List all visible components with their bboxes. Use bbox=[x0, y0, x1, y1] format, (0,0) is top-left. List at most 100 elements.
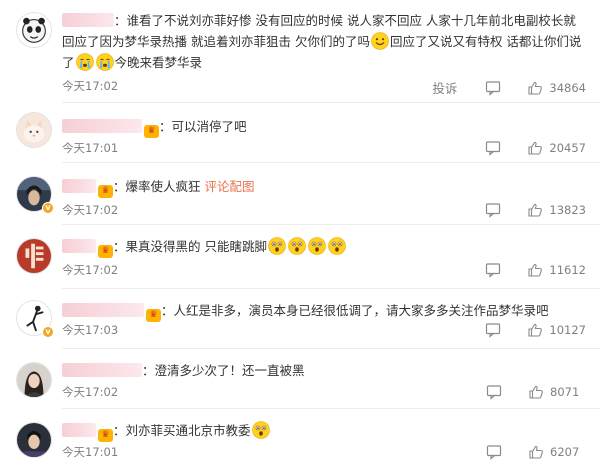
comment-meta: 今天17:03 10127 bbox=[62, 322, 586, 338]
username[interactable] bbox=[62, 363, 142, 377]
comment-bubble-icon[interactable] bbox=[486, 444, 502, 460]
verified-badge-icon: v bbox=[42, 326, 54, 338]
comment-body: ♛ ：果真没得黑的 只能瞎跳脚 bbox=[62, 236, 586, 258]
comment-actions: 20457 bbox=[485, 140, 586, 156]
divider bbox=[62, 408, 600, 409]
comment-bubble-icon[interactable] bbox=[485, 322, 501, 338]
comment-image-link[interactable]: 评论配图 bbox=[205, 179, 255, 194]
membership-level-icon: ♛ bbox=[146, 309, 161, 322]
shocked-emoji-icon bbox=[288, 237, 306, 255]
comment-actions: 投诉 34864 bbox=[432, 78, 586, 97]
avatar[interactable] bbox=[16, 238, 52, 274]
comment-bubble-icon[interactable] bbox=[485, 140, 501, 156]
verified-badge-icon: v bbox=[42, 202, 54, 214]
comment-time: 今天17:02 bbox=[62, 203, 119, 217]
comment-actions: 11612 bbox=[485, 262, 586, 278]
username[interactable] bbox=[62, 303, 144, 317]
thumbs-up-icon[interactable] bbox=[527, 262, 543, 278]
comment-time: 今天17:01 bbox=[62, 445, 119, 459]
like-count: 34864 bbox=[549, 80, 586, 95]
divider bbox=[62, 224, 600, 225]
username[interactable] bbox=[62, 119, 142, 133]
comment-text: ♛ ：果真没得黑的 只能瞎跳脚 bbox=[62, 236, 586, 258]
comment-body: ♛ ：爆率使人疯狂 评论配图 bbox=[62, 176, 586, 198]
report-link[interactable]: 投诉 bbox=[432, 78, 457, 97]
comment-meta: 今天17:01 6207 bbox=[62, 444, 586, 460]
like-count: 10127 bbox=[549, 323, 586, 337]
comment-text-content: ：爆率使人疯狂 bbox=[113, 179, 201, 194]
avatar[interactable] bbox=[16, 362, 52, 398]
comment-text-content: ：可以消停了吧 bbox=[159, 119, 247, 134]
comment-text-content: ：澄清多少次了！还一直被黑 bbox=[142, 363, 305, 378]
username[interactable] bbox=[62, 239, 96, 253]
comment-text: ♛ ：人红是非多，演员本身已经很低调了，请大家多多关注作品梦华录吧 bbox=[62, 300, 586, 322]
comment-time: 今天17:01 bbox=[62, 141, 119, 155]
thumbs-up-icon[interactable] bbox=[527, 322, 543, 338]
divider bbox=[62, 162, 600, 163]
membership-level-icon: ♛ bbox=[98, 185, 113, 198]
comment-bubble-icon[interactable] bbox=[485, 80, 501, 96]
comment-meta: 今天17:02 11612 bbox=[62, 262, 586, 278]
comment-text: ♛ ：刘亦菲买通北京市教委 bbox=[62, 420, 586, 442]
like-count: 20457 bbox=[549, 141, 586, 155]
avatar[interactable] bbox=[16, 12, 52, 48]
comment-item: ♛ ：果真没得黑的 只能瞎跳脚 今天17:02 11612 bbox=[0, 226, 600, 290]
comment-item: v ♛ ：人红是非多，演员本身已经很低调了，请大家多多关注作品梦华录吧 今天17:… bbox=[0, 290, 600, 350]
thumbs-up-icon[interactable] bbox=[527, 202, 543, 218]
crying-emoji-icon bbox=[76, 53, 94, 71]
comment-time: 今天17:02 bbox=[62, 385, 119, 399]
comment-item: ：澄清多少次了！还一直被黑 今天17:02 8071 bbox=[0, 350, 600, 410]
thumbs-up-icon[interactable] bbox=[528, 444, 544, 460]
like-count: 6207 bbox=[550, 445, 580, 459]
comment-text-content: ：刘亦菲买通北京市教委 bbox=[113, 423, 251, 438]
comment-body: ♛ ：刘亦菲买通北京市教委 bbox=[62, 420, 586, 442]
comment-body: ♛ ：人红是非多，演员本身已经很低调了，请大家多多关注作品梦华录吧 bbox=[62, 300, 586, 322]
like-count: 13823 bbox=[549, 203, 586, 217]
membership-level-icon: ♛ bbox=[98, 245, 113, 258]
comment-item: ♛ ：可以消停了吧 今天17:01 20457 bbox=[0, 104, 600, 164]
comment-actions: 6207 bbox=[486, 444, 586, 460]
avatar[interactable] bbox=[16, 112, 52, 148]
comment-text-content: ：人红是非多，演员本身已经很低调了，请大家多多关注作品梦华录吧 bbox=[161, 303, 549, 318]
divider bbox=[62, 102, 600, 103]
like-count: 11612 bbox=[549, 263, 586, 277]
comment-actions: 10127 bbox=[485, 322, 586, 338]
shocked-emoji-icon bbox=[268, 237, 286, 255]
username[interactable] bbox=[62, 423, 96, 437]
comment-text-content: ：果真没得黑的 只能瞎跳脚 bbox=[113, 239, 267, 254]
comment-text: ♛ ：可以消停了吧 bbox=[62, 116, 586, 138]
comment-bubble-icon[interactable] bbox=[486, 384, 502, 400]
comment-meta: 今天17:02 8071 bbox=[62, 384, 586, 400]
shocked-emoji-icon bbox=[252, 421, 270, 439]
username[interactable] bbox=[62, 13, 114, 27]
thumbs-up-icon[interactable] bbox=[527, 140, 543, 156]
thumbs-up-icon[interactable] bbox=[528, 384, 544, 400]
comment-item: ：谁看了不说刘亦菲好惨 没有回应的时候 说人家不回应 人家十几年前北电副校长就回… bbox=[0, 0, 600, 104]
smile-emoji-icon bbox=[371, 32, 389, 50]
comment-text: ♛ ：爆率使人疯狂 评论配图 bbox=[62, 176, 586, 198]
comment-item: ♛ ：刘亦菲买通北京市教委 今天17:01 6207 bbox=[0, 410, 600, 468]
comment-item: v ♛ ：爆率使人疯狂 评论配图 今天17:02 13823 bbox=[0, 164, 600, 226]
username[interactable] bbox=[62, 179, 96, 193]
comment-time: 今天17:03 bbox=[62, 323, 119, 337]
comment-text: ：澄清多少次了！还一直被黑 bbox=[62, 360, 586, 381]
shocked-emoji-icon bbox=[308, 237, 326, 255]
thumbs-up-icon[interactable] bbox=[527, 80, 543, 96]
comment-actions: 13823 bbox=[485, 202, 586, 218]
comment-body: ：谁看了不说刘亦菲好惨 没有回应的时候 说人家不回应 人家十几年前北电副校长就回… bbox=[62, 10, 586, 73]
membership-level-icon: ♛ bbox=[98, 429, 113, 442]
comment-body: ：澄清多少次了！还一直被黑 bbox=[62, 360, 586, 381]
comment-body: ♛ ：可以消停了吧 bbox=[62, 116, 586, 138]
comment-text: ：谁看了不说刘亦菲好惨 没有回应的时候 说人家不回应 人家十几年前北电副校长就回… bbox=[62, 10, 586, 73]
comment-bubble-icon[interactable] bbox=[485, 202, 501, 218]
shocked-emoji-icon bbox=[328, 237, 346, 255]
divider bbox=[62, 288, 600, 289]
membership-level-icon: ♛ bbox=[144, 125, 159, 138]
crying-emoji-icon bbox=[96, 53, 114, 71]
like-count: 8071 bbox=[550, 385, 580, 399]
comment-text-part-3: 今晚来看梦华录 bbox=[114, 55, 203, 70]
avatar[interactable] bbox=[16, 422, 52, 458]
divider bbox=[62, 348, 600, 349]
comment-bubble-icon[interactable] bbox=[485, 262, 501, 278]
comment-time: 今天17:02 bbox=[62, 79, 119, 93]
